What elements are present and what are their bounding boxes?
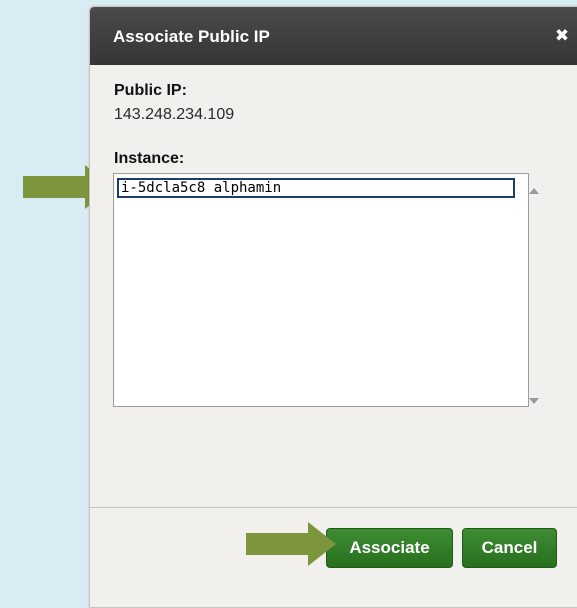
scroll-up-icon[interactable] <box>529 188 539 194</box>
public-ip-label: Public IP: <box>114 82 187 99</box>
associate-button[interactable]: Associate <box>326 528 453 568</box>
dialog-title: Associate Public IP <box>113 27 270 46</box>
cancel-button[interactable]: Cancel <box>462 528 557 568</box>
scroll-down-icon[interactable] <box>529 398 539 404</box>
instance-label: Instance: <box>114 150 185 167</box>
instance-option-selected[interactable]: i-5dcla5c8 alphamin <box>117 178 515 198</box>
footer-divider <box>90 507 577 508</box>
close-icon[interactable]: ✖ <box>549 24 575 48</box>
instance-listbox[interactable]: i-5dcla5c8 alphamin <box>113 173 539 407</box>
dialog-titlebar: Associate Public IP ✖ <box>90 7 577 65</box>
public-ip-value: 143.248.234.109 <box>114 106 235 123</box>
associate-public-ip-dialog: Associate Public IP ✖ Public IP: 143.248… <box>89 6 577 608</box>
annotation-arrow-associate <box>246 522 336 566</box>
